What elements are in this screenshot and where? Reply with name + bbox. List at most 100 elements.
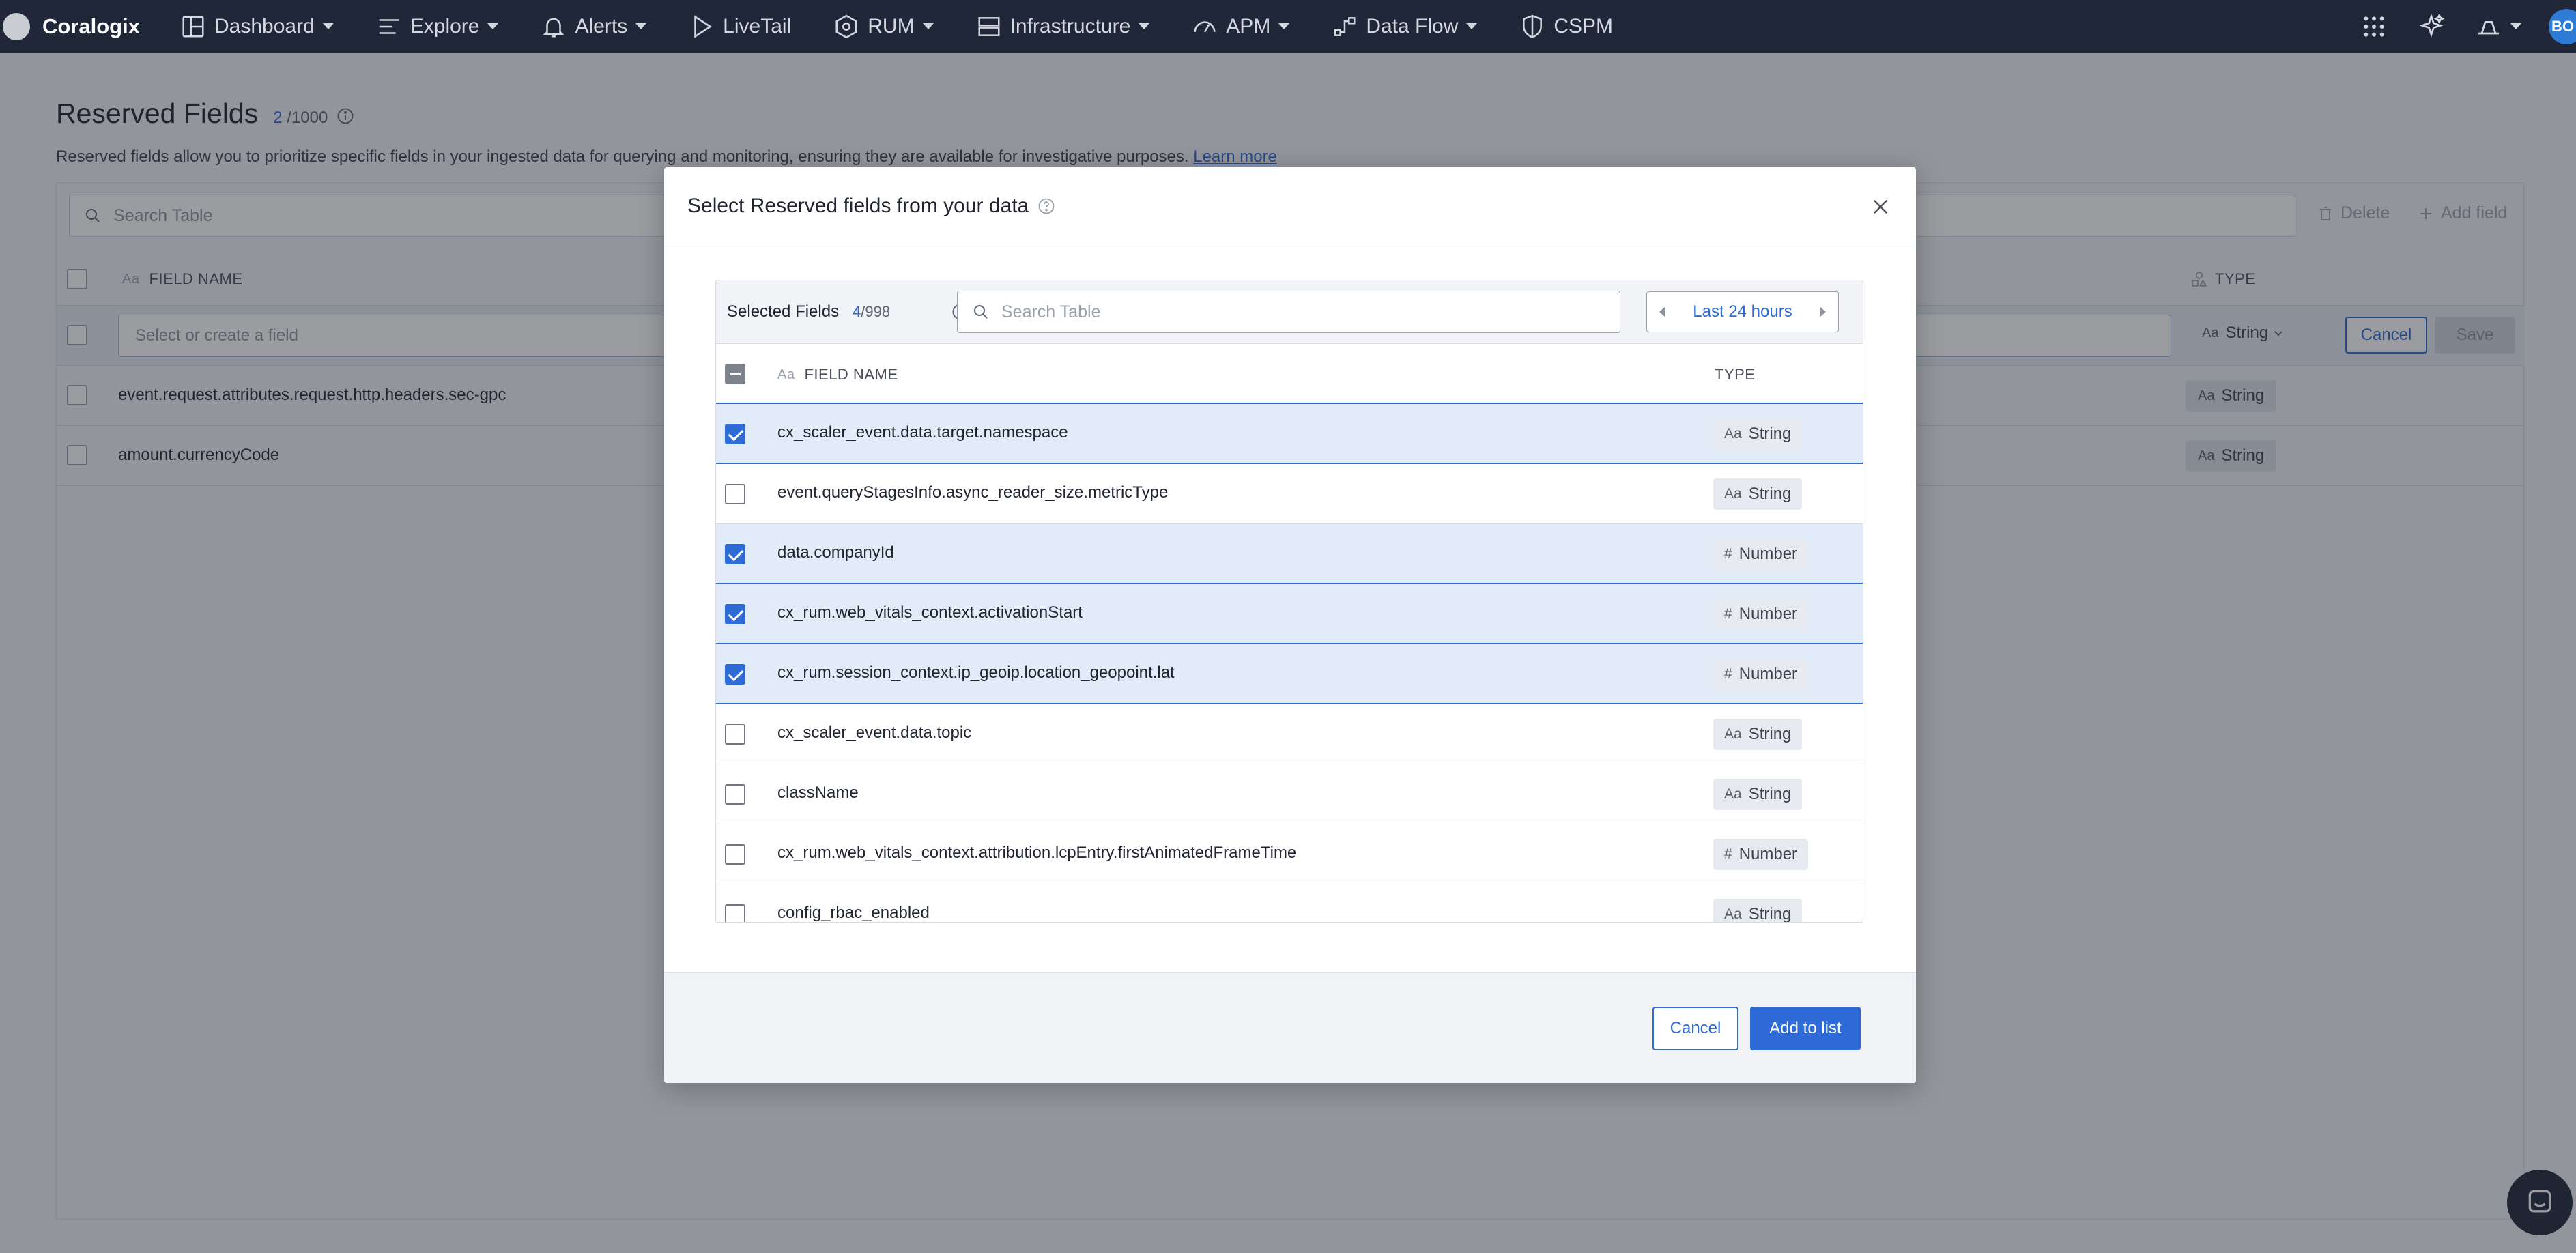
modal-table-row[interactable]: cx_rum.session_context.ip_geoip.location…	[716, 644, 1863, 704]
hash-icon: #	[1724, 846, 1732, 862]
type-label: Number	[1738, 545, 1798, 563]
field-name: className	[777, 783, 859, 802]
text-type-icon: Aa	[777, 366, 795, 382]
add-to-list-button[interactable]: Add to list	[1750, 1007, 1861, 1050]
modal-table-row[interactable]: data.companyId # Number	[716, 524, 1863, 584]
text-type-icon: Aa	[1724, 726, 1742, 742]
hash-icon: #	[1724, 606, 1732, 622]
row-checkbox[interactable]	[725, 784, 745, 805]
nav-alerts[interactable]: Alerts	[541, 14, 647, 40]
type-badge: Aa String	[1713, 478, 1803, 510]
row-checkbox[interactable]	[725, 484, 745, 504]
nav-rum[interactable]: RUM	[833, 14, 934, 40]
row-checkbox[interactable]	[725, 844, 745, 865]
type-badge: # Number	[1713, 839, 1809, 870]
nav-label: Dashboard	[214, 14, 315, 38]
table-toolbar: Selected Fields 4/998 Search Table Last …	[716, 280, 1863, 344]
nav-label: Infrastructure	[1010, 14, 1131, 38]
selected-fields-label: Selected Fields	[727, 302, 840, 321]
field-name: config_rbac_enabled	[777, 904, 930, 922]
row-checkbox[interactable]	[725, 604, 745, 624]
logo[interactable]: Coralogix	[3, 12, 180, 40]
modal-search-input[interactable]: Search Table	[957, 291, 1620, 333]
avatar[interactable]: BO	[2549, 8, 2576, 44]
nav-infrastructure[interactable]: Infrastructure	[976, 14, 1150, 40]
top-nav: Coralogix Dashboard Explore Alerts LiveT…	[0, 0, 2576, 53]
text-type-icon: Aa	[1724, 486, 1742, 502]
nav-explore[interactable]: Explore	[376, 14, 499, 40]
nav-data-flow[interactable]: Data Flow	[1332, 14, 1478, 40]
row-checkbox[interactable]	[725, 724, 745, 745]
row-checkbox[interactable]	[725, 664, 745, 685]
modal-header: Select Reserved fields from your data	[664, 167, 1916, 246]
environment-switcher[interactable]	[2475, 13, 2521, 40]
apps-grid-icon[interactable]	[2360, 13, 2388, 40]
nav-label: Explore	[410, 14, 480, 38]
nav-apm[interactable]: APM	[1192, 14, 1290, 40]
sparkle-ai-icon[interactable]	[2418, 12, 2445, 40]
type-label: String	[1748, 785, 1792, 803]
bell-icon	[543, 18, 565, 38]
logo-text: Coralogix	[42, 14, 140, 38]
nav-label: CSPM	[1554, 14, 1614, 38]
modal-table-row[interactable]: cx_rum.web_vitals_context.attribution.lc…	[716, 824, 1863, 884]
help-icon[interactable]	[1037, 197, 1056, 216]
field-name: cx_rum.web_vitals_context.attribution.lc…	[777, 844, 1297, 862]
nav-cspm[interactable]: CSPM	[1519, 14, 1613, 40]
modal-table-row[interactable]: cx_scaler_event.data.target.namespace Aa S…	[716, 404, 1863, 464]
column-field-name[interactable]: Aa FIELD NAME	[777, 366, 898, 384]
modal-table-row[interactable]: cx_rum.web_vitals_context.activationStar…	[716, 584, 1863, 644]
search-placeholder: Search Table	[1001, 302, 1101, 321]
type-label: String	[1748, 905, 1792, 923]
selected-count: 4	[853, 303, 861, 320]
chevron-down-icon	[922, 23, 934, 29]
row-checkbox[interactable]	[725, 424, 745, 444]
nav-label: RUM	[868, 14, 915, 38]
shield-icon	[1523, 14, 1543, 38]
type-badge: # Number	[1713, 659, 1809, 690]
chevron-down-icon	[487, 23, 499, 29]
close-icon[interactable]	[1870, 196, 1891, 218]
server-icon	[978, 16, 1000, 36]
hash-icon: #	[1724, 666, 1732, 682]
modal-table-row[interactable]: className Aa String	[716, 764, 1863, 824]
chevron-down-icon	[2510, 23, 2521, 29]
nav-livetail[interactable]: LiveTail	[689, 14, 791, 40]
type-label: String	[1748, 424, 1792, 443]
row-checkbox[interactable]	[725, 904, 745, 922]
modal-table-row[interactable]: event.queryStagesInfo.async_reader_size.…	[716, 464, 1863, 524]
previous-range-icon[interactable]	[1659, 307, 1665, 317]
column-label: FIELD NAME	[804, 366, 898, 383]
environment-icon	[2478, 20, 2499, 34]
text-type-icon: Aa	[1724, 426, 1742, 442]
nav-label: APM	[1226, 14, 1271, 38]
type-label: Number	[1738, 665, 1798, 683]
field-name: cx_rum.session_context.ip_geoip.location…	[777, 663, 1175, 682]
flow-icon	[1334, 16, 1356, 36]
cancel-button[interactable]: Cancel	[1652, 1007, 1738, 1050]
chevron-down-icon	[635, 23, 647, 29]
type-badge: Aa String	[1713, 418, 1803, 450]
selected-fields-count: 4/998	[853, 303, 890, 321]
type-badge: Aa String	[1713, 779, 1803, 810]
search-icon	[974, 305, 988, 319]
row-checkbox[interactable]	[725, 544, 745, 564]
modal-table-row[interactable]: config_rbac_enabled Aa String	[716, 884, 1863, 923]
modal-title: Select Reserved fields from your data	[687, 195, 1056, 218]
hash-icon: #	[1724, 546, 1732, 562]
column-type[interactable]: TYPE	[1715, 366, 1755, 384]
modal-title-text: Select Reserved fields from your data	[687, 195, 1029, 217]
type-badge: Aa String	[1713, 719, 1803, 750]
time-range-picker[interactable]: Last 24 hours	[1646, 291, 1839, 332]
type-label: Number	[1738, 845, 1798, 863]
field-name: data.companyId	[777, 543, 894, 562]
chevron-down-icon	[322, 23, 334, 29]
select-all-checkbox[interactable]	[725, 364, 745, 384]
field-name: event.queryStagesInfo.async_reader_size.…	[777, 483, 1169, 502]
next-range-icon[interactable]	[1820, 307, 1826, 317]
explore-icon	[379, 18, 399, 34]
field-name: cx_scaler_event.data.target.namespace	[777, 423, 1068, 442]
modal-table-row[interactable]: cx_scaler_event.data.topic Aa String	[716, 704, 1863, 764]
nav-dashboard[interactable]: Dashboard	[180, 14, 334, 40]
play-icon	[694, 14, 713, 38]
